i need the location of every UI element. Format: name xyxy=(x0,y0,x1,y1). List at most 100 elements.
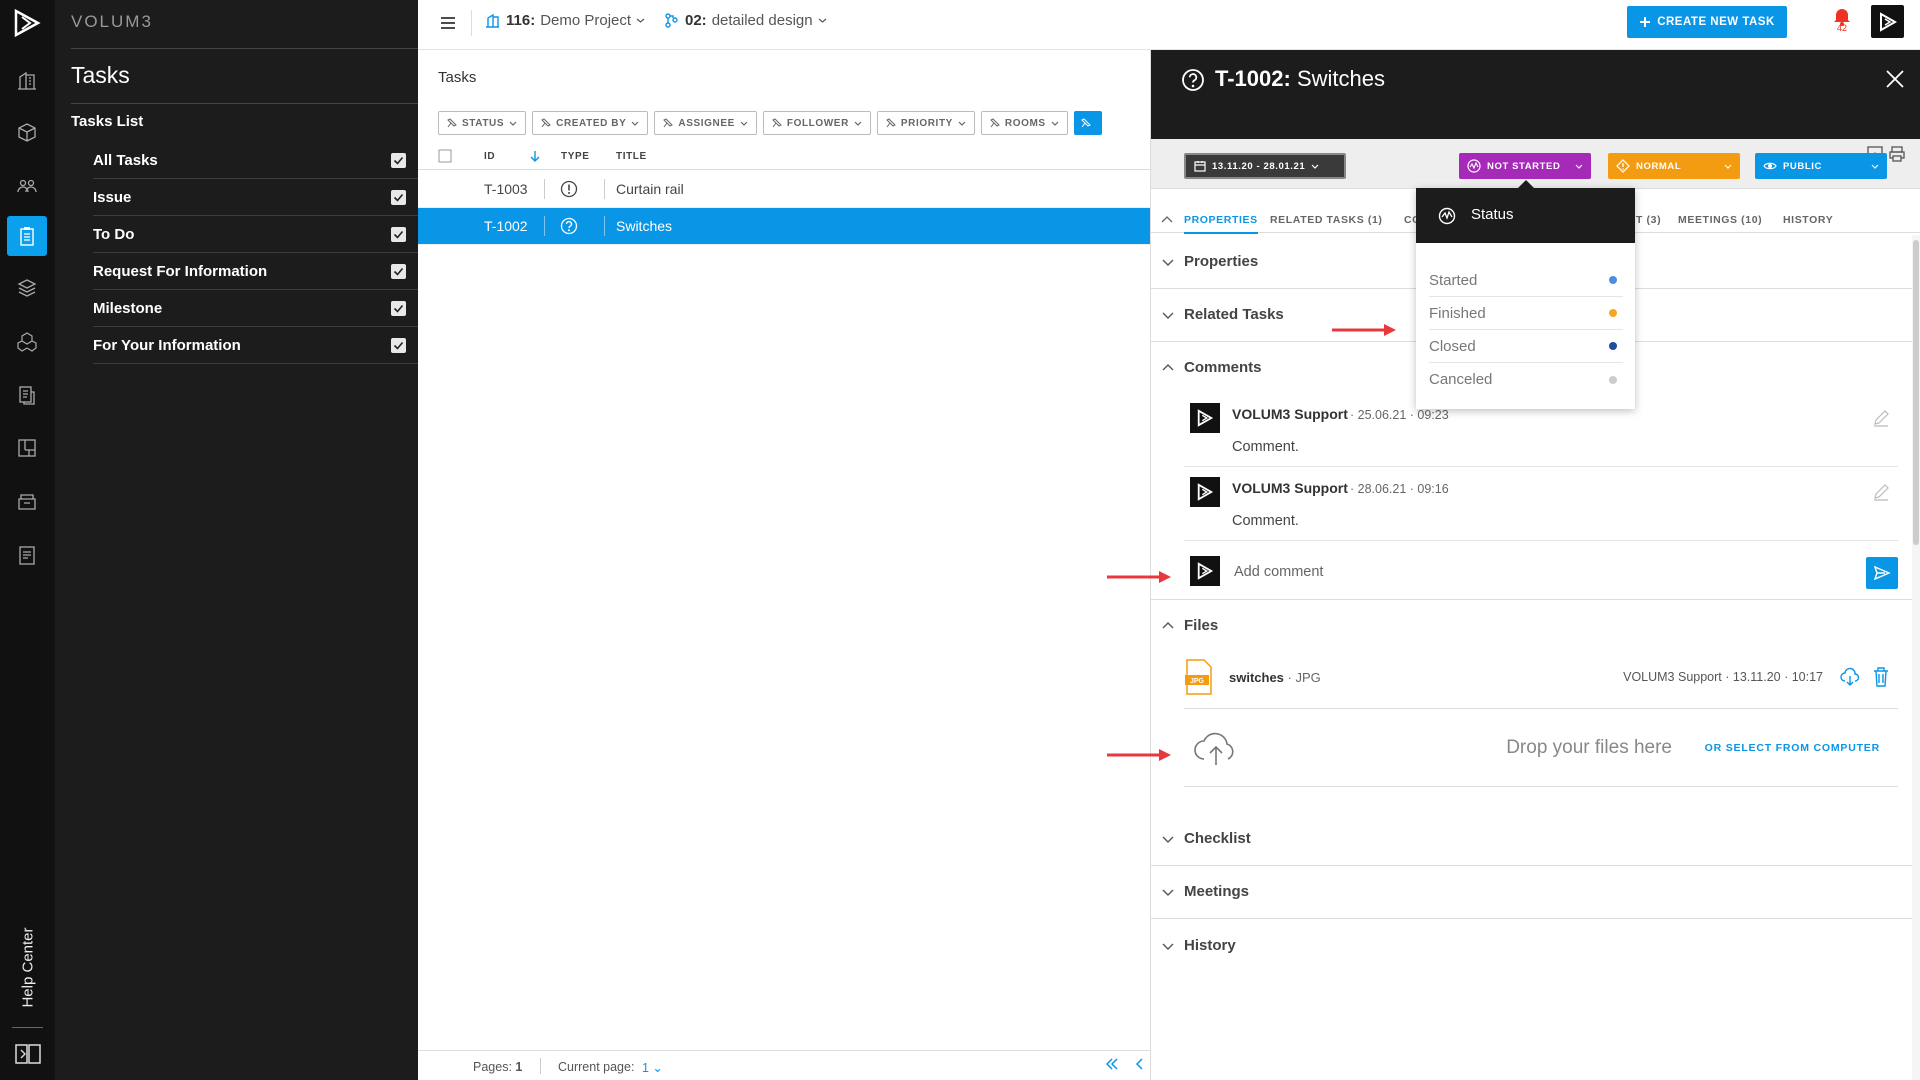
hamburger-menu-icon[interactable] xyxy=(438,13,458,33)
notifications-button[interactable]: 42 xyxy=(1830,6,1854,40)
sidebar-item-rfi[interactable]: Request For Information xyxy=(93,253,418,290)
status-dot xyxy=(1609,342,1617,350)
column-title[interactable]: TITLE xyxy=(616,151,647,162)
status-option-canceled[interactable]: Canceled xyxy=(1429,363,1623,396)
status-option-closed[interactable]: Closed xyxy=(1429,330,1623,363)
cube-gear-icon[interactable] xyxy=(7,113,47,153)
sidebar-item-milestone[interactable]: Milestone xyxy=(93,290,418,327)
select-from-computer-link[interactable]: OR SELECT FROM COMPUTER xyxy=(1705,742,1880,754)
date-range-dropdown[interactable]: 13.11.20 - 28.01.21 xyxy=(1184,153,1346,179)
team-icon[interactable] xyxy=(7,166,47,206)
add-comment-input[interactable] xyxy=(1234,558,1834,586)
select-all-checkbox[interactable] xyxy=(438,149,452,163)
exclamation-icon xyxy=(560,180,578,198)
status-dropdown[interactable]: NOT STARTED xyxy=(1459,153,1591,179)
sidebar-item-to-do[interactable]: To Do xyxy=(93,216,418,253)
project-selector[interactable]: 116: Demo Project xyxy=(484,12,645,29)
annotation-arrow-icon xyxy=(1107,749,1171,761)
cloud-download-icon[interactable] xyxy=(1840,667,1860,687)
sort-down-icon[interactable] xyxy=(530,150,540,162)
phase-selector[interactable]: 02: detailed design xyxy=(663,12,827,29)
filter-created-by[interactable]: CREATED BY xyxy=(532,111,649,135)
filter-label: FOLLOWER xyxy=(786,117,849,129)
checkbox[interactable] xyxy=(391,226,406,242)
scrollbar-thumb[interactable] xyxy=(1913,240,1919,545)
chevron-up-icon[interactable] xyxy=(1161,215,1173,223)
checkbox[interactable] xyxy=(391,337,406,353)
checkbox[interactable] xyxy=(391,189,406,205)
status-option-finished[interactable]: Finished xyxy=(1429,297,1623,330)
pin-icon xyxy=(663,118,674,128)
floorplan-icon[interactable] xyxy=(7,428,47,468)
current-page-select[interactable]: 1 ⌄ xyxy=(642,1060,663,1075)
help-center-link[interactable]: Help Center xyxy=(8,922,48,1012)
checkbox[interactable] xyxy=(391,263,406,279)
create-new-task-button[interactable]: CREATE NEW TASK xyxy=(1627,6,1787,38)
building-icon xyxy=(486,13,499,28)
pencil-icon[interactable] xyxy=(1872,483,1890,501)
task-title: Curtain rail xyxy=(616,181,684,197)
visibility-dropdown[interactable]: PUBLIC xyxy=(1755,153,1887,179)
filter-rooms[interactable]: ROOMS xyxy=(980,111,1068,135)
tab-properties[interactable]: PROPERTIES xyxy=(1184,214,1258,234)
report-icon[interactable] xyxy=(7,535,47,575)
print-icon[interactable] xyxy=(1888,145,1906,163)
cubes-icon[interactable] xyxy=(7,322,47,362)
pin-icon xyxy=(447,118,457,128)
sidebar-item-fyi[interactable]: For Your Information xyxy=(93,327,418,364)
tab-history[interactable]: HISTORY xyxy=(1783,214,1833,226)
chevron-down-icon xyxy=(1162,889,1174,896)
scrollbar[interactable] xyxy=(1912,235,1920,1080)
filter-follower[interactable]: FOLLOWER xyxy=(762,111,871,135)
tasks-clipboard-icon[interactable] xyxy=(7,216,47,256)
send-comment-button[interactable] xyxy=(1866,557,1898,589)
tab-related-tasks[interactable]: RELATED TASKS (1) xyxy=(1270,214,1382,226)
first-page-icon[interactable] xyxy=(1105,1057,1119,1071)
column-type[interactable]: TYPE xyxy=(561,151,590,162)
prev-page-icon[interactable] xyxy=(1134,1057,1144,1071)
checkbox[interactable] xyxy=(391,300,406,316)
table-row[interactable]: T-1003 Curtain rail xyxy=(418,171,1150,208)
status-option-started[interactable]: Started xyxy=(1429,264,1623,297)
file-item[interactable]: JPG switches · JPG VOLUM3 Support · 13.1… xyxy=(1184,649,1898,709)
filter-status[interactable]: STATUS xyxy=(438,111,527,135)
layers-icon[interactable] xyxy=(7,268,47,308)
book-icon[interactable] xyxy=(13,1040,43,1068)
status-icon xyxy=(1438,207,1456,225)
add-comment-row xyxy=(1184,544,1898,598)
sidebar-item-issue[interactable]: Issue xyxy=(93,179,418,216)
trash-icon[interactable] xyxy=(1872,666,1890,688)
tab-attachments[interactable]: T (3) xyxy=(1636,214,1661,226)
filter-priority[interactable]: PRIORITY xyxy=(876,111,975,135)
user-avatar[interactable] xyxy=(1871,5,1904,38)
page-title: Tasks xyxy=(438,69,477,86)
filter-label: CREATED BY xyxy=(556,117,627,129)
buildings-icon[interactable] xyxy=(7,60,47,100)
file-dropzone[interactable]: Drop your files here OR SELECT FROM COMP… xyxy=(1184,709,1898,787)
section-meetings[interactable]: Meetings xyxy=(1151,866,1912,919)
comment-time: · 28.06.21 · 09:16 xyxy=(1350,482,1449,496)
section-files[interactable]: Files xyxy=(1151,600,1912,653)
inventory-icon[interactable] xyxy=(7,481,47,521)
priority-dropdown[interactable]: NORMAL xyxy=(1608,153,1740,179)
volum3-logo-icon[interactable] xyxy=(12,8,42,38)
task-id: T-1002 xyxy=(484,218,528,234)
chevron-down-icon xyxy=(631,121,639,126)
section-label: History xyxy=(1184,937,1236,954)
pencil-icon[interactable] xyxy=(1872,409,1890,427)
close-icon[interactable] xyxy=(1884,68,1906,90)
filter-label: ASSIGNEE xyxy=(678,117,735,129)
cloud-upload-icon xyxy=(1194,732,1234,765)
tab-meetings[interactable]: MEETINGS (10) xyxy=(1678,214,1762,226)
section-checklist[interactable]: Checklist xyxy=(1151,813,1912,866)
table-row[interactable]: T-1002 Switches xyxy=(418,208,1150,245)
section-label: Comments xyxy=(1184,359,1262,376)
filter-assignee[interactable]: ASSIGNEE xyxy=(654,111,757,135)
divider xyxy=(471,10,472,36)
filter-more-button[interactable] xyxy=(1073,111,1102,135)
section-history[interactable]: History xyxy=(1151,920,1912,973)
sidebar-item-all-tasks[interactable]: All Tasks xyxy=(93,142,418,179)
column-id[interactable]: ID xyxy=(484,151,495,162)
checkbox[interactable] xyxy=(391,152,406,168)
documents-icon[interactable] xyxy=(7,375,47,415)
